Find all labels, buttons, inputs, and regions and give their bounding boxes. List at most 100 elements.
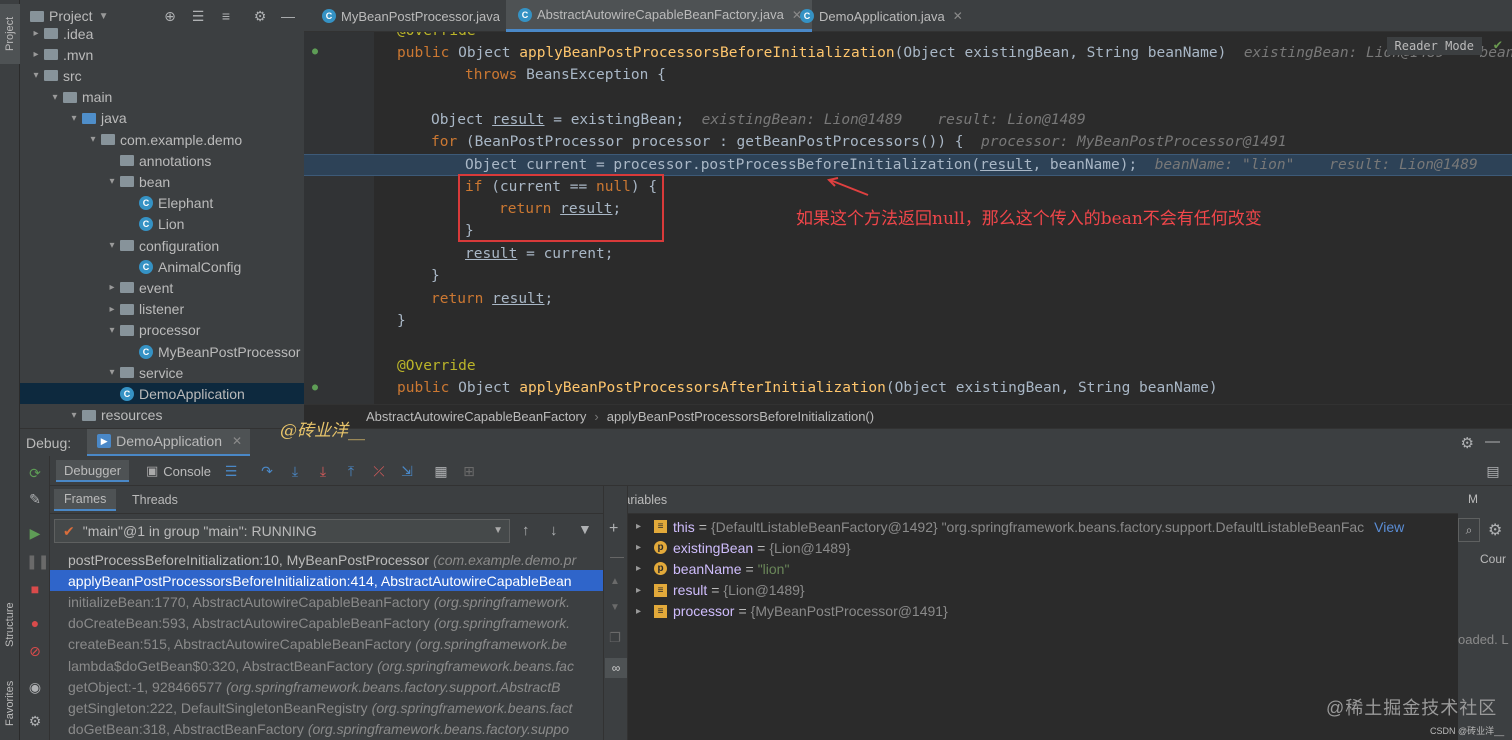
stack-frame-row[interactable]: applyBeanPostProcessorsBeforeInitializat… (50, 570, 603, 592)
search-icon[interactable]: ⌕ (1458, 518, 1480, 542)
structure-tool-tab[interactable]: Structure (0, 590, 20, 660)
chevron-down-icon[interactable]: ▾ (30, 70, 42, 81)
camera-icon[interactable]: ◉ (26, 678, 44, 696)
override-gutter-icon[interactable]: ● (312, 46, 322, 57)
code-editor[interactable]: ● ● @Override public Object applyBeanPos… (304, 32, 1512, 404)
project-tool-tab[interactable]: Project (0, 4, 20, 64)
variable-row[interactable]: ▸ p beanName = "lion" (628, 558, 1458, 579)
tab-debugger[interactable]: Debugger (56, 460, 130, 482)
stack-frame-row[interactable]: getSingleton:222, DefaultSingletonBeanRe… (50, 697, 603, 718)
chevron-right-icon[interactable]: ▸ (30, 49, 42, 60)
tab-threads[interactable]: Threads (122, 489, 188, 511)
tree-item[interactable]: C Elephant (20, 193, 304, 214)
tree-item[interactable]: C Lion (20, 214, 304, 235)
view-breakpoints-icon[interactable]: ● (26, 614, 44, 632)
resume-icon[interactable]: ▶ (26, 524, 44, 542)
variable-row[interactable]: ▸ ≡ this = {DefaultListableBeanFactory@1492}… (628, 516, 1458, 537)
chevron-right-icon[interactable]: ▸ (636, 585, 648, 596)
tree-item[interactable]: annotations (20, 150, 304, 171)
tree-item[interactable]: ▾ com.example.demo (20, 129, 304, 150)
tab-mybeanpostprocessor[interactable]: C MyBeanPostProcessor.java✕ (310, 0, 528, 32)
move-down-icon[interactable]: ▼ (610, 602, 620, 613)
locate-icon[interactable]: ⊕ (162, 8, 178, 24)
variable-row[interactable]: ▸ ≡ result = {Lion@1489} (628, 580, 1458, 601)
chevron-right-icon[interactable]: ▸ (106, 282, 118, 293)
chevron-right-icon[interactable]: ▸ (636, 563, 648, 574)
copy-icon[interactable]: ❐ (609, 630, 621, 646)
chevron-down-icon[interactable]: ▾ (106, 176, 118, 187)
chevron-down-icon[interactable]: ▾ (68, 410, 80, 421)
check-icon[interactable]: ✔ (1494, 37, 1502, 53)
gear-icon[interactable]: ⚙ (252, 8, 268, 24)
chevron-down-icon[interactable]: ▾ (49, 92, 61, 103)
move-up-icon[interactable]: ▲ (610, 576, 620, 587)
layout-settings-icon[interactable]: ▤ (1484, 462, 1502, 480)
tree-item[interactable]: ▸ .mvn (20, 44, 304, 65)
chevron-right-icon[interactable]: ▸ (106, 304, 118, 315)
hide-panel-icon[interactable]: — (1485, 433, 1500, 450)
pause-icon[interactable]: ❚❚ (26, 552, 49, 570)
debug-session-tab[interactable]: ▶ DemoApplication ✕ (87, 428, 251, 457)
filter-icon[interactable]: ▼ (578, 521, 592, 537)
stack-frame-row[interactable]: doCreateBean:593, AbstractAutowireCapabl… (50, 613, 603, 634)
drop-frame-icon[interactable]: ⤫ (370, 462, 388, 480)
remove-icon[interactable]: — (610, 548, 624, 564)
stop-icon[interactable]: ■ (26, 580, 44, 598)
project-title[interactable]: Project (49, 8, 93, 24)
stack-frame-row[interactable]: getObject:-1, 928466577 (org.springframew… (50, 676, 603, 697)
chevron-right-icon[interactable]: ▸ (30, 28, 42, 39)
arrow-down-icon[interactable]: ↓ (550, 522, 558, 539)
step-out-icon[interactable]: ⤒ (342, 462, 360, 480)
expand-all-icon[interactable]: ☰ (190, 8, 206, 24)
trace-icon[interactable]: ⊞ (460, 462, 478, 480)
run-to-cursor-icon[interactable]: ⇲ (398, 462, 416, 480)
gear-icon[interactable]: ⚙ (1488, 520, 1502, 540)
tree-item[interactable]: ▾ bean (20, 171, 304, 192)
tree-item[interactable]: ▾ java (20, 108, 304, 129)
stack-frame-row[interactable]: initializeBean:1770, AbstractAutowireCap… (50, 591, 603, 612)
tree-item[interactable]: ▾ service (20, 362, 304, 383)
hide-panel-icon[interactable]: — (280, 8, 296, 24)
memory-tab[interactable]: M (1468, 492, 1478, 506)
tab-abstractautowirecapablebeanfactory[interactable]: C AbstractAutowireCapableBeanFactory.jav… (506, 0, 812, 32)
step-into-icon[interactable]: ⤓ (286, 462, 304, 480)
stack-frame-row[interactable]: doGetBean:318, AbstractBeanFactory (org.s… (50, 719, 603, 740)
tab-console[interactable]: ▣ Console (138, 460, 219, 482)
tree-item[interactable]: ▾ configuration (20, 235, 304, 256)
variable-row[interactable]: ▸ p existingBean = {Lion@1489} (628, 537, 1458, 558)
stack-frame-row[interactable]: postProcessBeforeInitialization:10, MyBe… (50, 549, 603, 570)
view-link[interactable]: View (1374, 519, 1404, 535)
wrench-icon[interactable]: ✎ (26, 490, 44, 508)
stack-frame-row[interactable]: createBean:515, AbstractAutowireCapableB… (50, 634, 603, 655)
tree-item[interactable]: ▾ main (20, 87, 304, 108)
tree-item[interactable]: C MyBeanPostProcessor (20, 341, 304, 362)
reader-mode-button[interactable]: Reader Mode (1386, 37, 1482, 55)
breadcrumb-method[interactable]: applyBeanPostProcessorsBeforeInitializat… (607, 409, 874, 424)
evaluate-icon[interactable]: ▦ (432, 462, 450, 480)
override-gutter-icon[interactable]: ● (312, 382, 322, 393)
chevron-down-icon[interactable]: ▾ (106, 240, 118, 251)
close-icon[interactable]: ✕ (953, 9, 963, 23)
layout-icon[interactable]: ☰ (222, 462, 240, 480)
mute-breakpoints-icon[interactable]: ⊘ (26, 642, 44, 660)
chevron-down-icon[interactable]: ▾ (87, 134, 99, 145)
chevron-down-icon[interactable]: ▾ (106, 367, 118, 378)
gear-icon[interactable]: ⚙ (1461, 434, 1474, 452)
chevron-down-icon[interactable]: ▾ (68, 113, 80, 124)
arrow-up-icon[interactable]: ↑ (522, 522, 530, 539)
add-watch-icon[interactable]: + (609, 520, 618, 538)
glasses-icon[interactable]: ∞ (605, 658, 627, 678)
tree-item[interactable]: ▸ listener (20, 299, 304, 320)
step-over-icon[interactable]: ↷ (258, 462, 276, 480)
tree-item[interactable]: ▾ src (20, 65, 304, 86)
tree-item[interactable]: C DemoApplication (20, 383, 304, 405)
favorites-tool-tab[interactable]: Favorites (0, 670, 20, 736)
close-icon[interactable]: ✕ (232, 434, 242, 448)
chevron-right-icon[interactable]: ▸ (636, 521, 648, 532)
stack-frame-row[interactable]: lambda$doGetBean$0:320, AbstractBeanFact… (50, 655, 603, 676)
variable-row[interactable]: ▸ ≡ processor = {MyBeanPostProcessor@1491} (628, 601, 1458, 622)
chevron-down-icon[interactable]: ▾ (106, 325, 118, 336)
tab-demoapplication[interactable]: C DemoApplication.java ✕ (788, 0, 973, 32)
tree-item[interactable]: ▸ event (20, 277, 304, 298)
chevron-right-icon[interactable]: ▸ (636, 606, 648, 617)
